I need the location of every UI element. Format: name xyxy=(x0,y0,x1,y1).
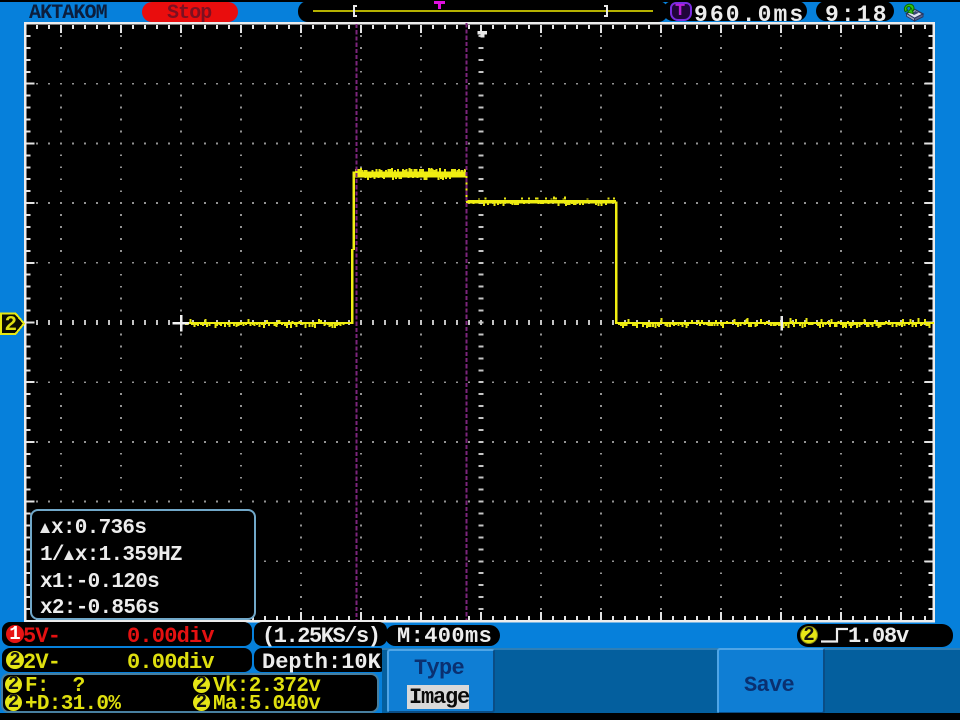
svg-text:2: 2 xyxy=(5,314,18,337)
